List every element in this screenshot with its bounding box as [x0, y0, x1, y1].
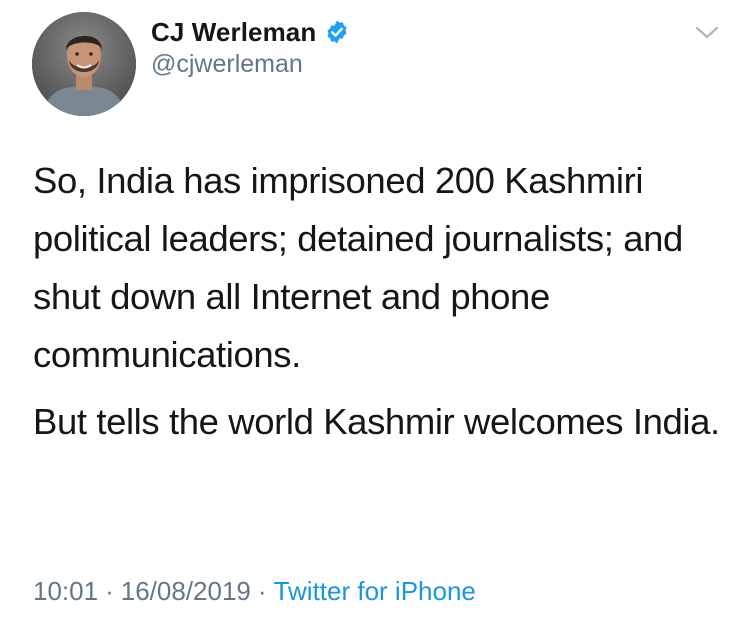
tweet-date[interactable]: 16/08/2019	[121, 576, 251, 606]
display-name[interactable]: CJ Werleman	[151, 17, 316, 48]
tweet-paragraph: But tells the world Kashmir welcomes Ind…	[33, 401, 720, 442]
tweet-card: CJ Werleman @cjwerleman So, India has im…	[0, 0, 750, 638]
avatar[interactable]	[32, 12, 136, 116]
tweet-meta: 10:01 · 16/08/2019 · Twitter for iPhone	[33, 576, 476, 607]
meta-separator: ·	[105, 576, 114, 606]
meta-separator: ·	[257, 576, 267, 606]
tweet-text: So, India has imprisoned 200 Kashmiri po…	[33, 152, 733, 451]
tweet-paragraph: So, India has imprisoned 200 Kashmiri po…	[33, 160, 683, 375]
author-handle[interactable]: @cjwerleman	[151, 50, 303, 79]
chevron-down-icon[interactable]	[694, 24, 720, 42]
author-name-row[interactable]: CJ Werleman	[151, 14, 350, 50]
profile-photo-icon	[32, 12, 136, 116]
tweet-source-link[interactable]: Twitter for iPhone	[274, 576, 476, 606]
tweet-time[interactable]: 10:01	[33, 576, 98, 606]
verified-badge-icon	[324, 19, 350, 45]
